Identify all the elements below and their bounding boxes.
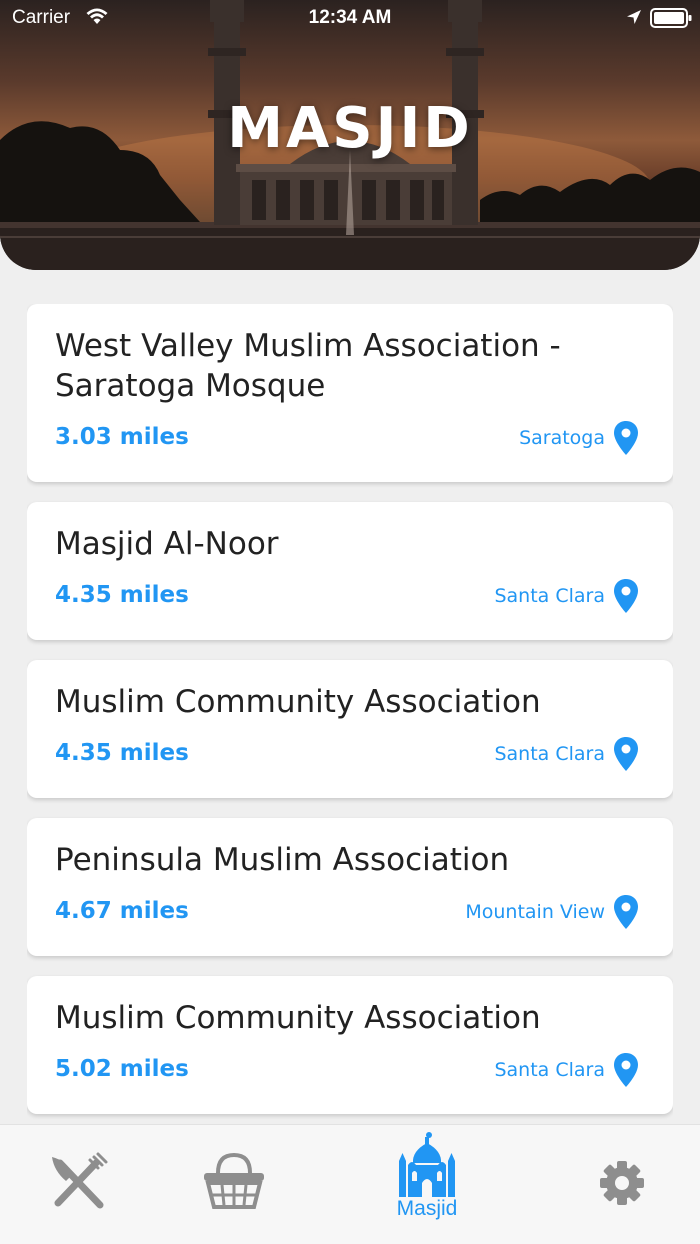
map-pin-icon[interactable] xyxy=(613,1052,639,1088)
header-banner: Carrier 12:34 AM MASJID xyxy=(0,0,700,270)
masjid-name: Muslim Community Association xyxy=(55,684,541,720)
gear-icon xyxy=(600,1161,644,1205)
location-arrow-icon xyxy=(627,10,641,24)
map-pin-icon[interactable] xyxy=(613,894,639,930)
status-time: 12:34 AM xyxy=(308,7,392,28)
map-pin-icon[interactable] xyxy=(613,420,639,456)
map-pin-icon[interactable] xyxy=(613,736,639,772)
masjid-card[interactable]: Muslim Community Association 4.35 miles … xyxy=(27,660,673,798)
map-pin-icon[interactable] xyxy=(613,578,639,614)
masjid-card[interactable]: Masjid Al-Noor 4.35 miles Santa Clara xyxy=(27,502,673,640)
masjid-list[interactable]: West Valley Muslim Association - Saratog… xyxy=(27,304,673,1124)
masjid-card[interactable]: Muslim Community Association 5.02 miles … xyxy=(27,976,673,1114)
masjid-distance: 4.35 miles xyxy=(55,582,189,608)
masjid-city: Mountain View xyxy=(465,901,605,923)
tab-groceries[interactable] xyxy=(194,1125,274,1244)
battery-icon xyxy=(650,8,692,28)
masjid-city: Santa Clara xyxy=(494,743,605,765)
masjid-name: Peninsula Muslim Association xyxy=(55,842,510,878)
masjid-card-footer: 5.02 miles Santa Clara xyxy=(55,1038,639,1114)
page-title: MASJID xyxy=(227,96,473,161)
masjid-name: West Valley Muslim Association - Saratog… xyxy=(55,328,561,404)
tab-masjid-label: Masjid xyxy=(396,1197,458,1220)
masjid-distance: 4.35 miles xyxy=(55,740,189,766)
masjid-card-footer: 4.67 miles Mountain View xyxy=(55,880,639,956)
masjid-distance: 5.02 miles xyxy=(55,1056,189,1082)
masjid-city: Saratoga xyxy=(519,427,605,449)
bottom-tab-bar: Masjid xyxy=(0,1124,700,1244)
fork-knife-icon xyxy=(52,1152,108,1209)
masjid-city: Santa Clara xyxy=(494,585,605,607)
tab-food[interactable] xyxy=(38,1125,118,1244)
basket-icon xyxy=(204,1152,264,1209)
masjid-card-footer: 3.03 miles Saratoga xyxy=(55,406,639,482)
masjid-card[interactable]: West Valley Muslim Association - Saratog… xyxy=(27,304,673,482)
masjid-distance: 4.67 miles xyxy=(55,898,189,924)
tab-settings[interactable] xyxy=(582,1125,662,1244)
masjid-card-footer: 4.35 miles Santa Clara xyxy=(55,722,639,798)
masjid-name: Muslim Community Association xyxy=(55,1000,541,1036)
masjid-card-footer: 4.35 miles Santa Clara xyxy=(55,564,639,640)
masjid-name: Masjid Al-Noor xyxy=(55,526,279,562)
masjid-card[interactable]: Peninsula Muslim Association 4.67 miles … xyxy=(27,818,673,956)
status-bar: Carrier 12:34 AM xyxy=(0,0,700,38)
mosque-icon xyxy=(399,1132,455,1197)
masjid-distance: 3.03 miles xyxy=(55,424,189,450)
masjid-city: Santa Clara xyxy=(494,1059,605,1081)
tab-masjid[interactable]: Masjid xyxy=(377,1125,477,1244)
